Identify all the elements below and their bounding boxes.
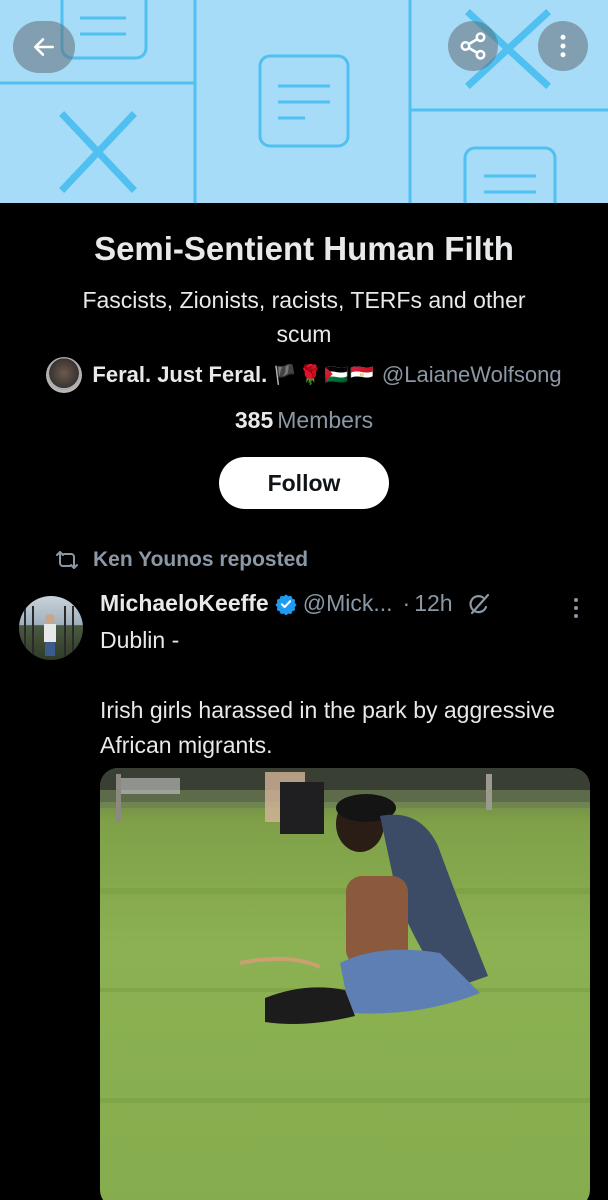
- tweet-text-line: [100, 658, 590, 693]
- more-vertical-icon: [560, 34, 566, 58]
- community-description: Fascists, Zionists, racists, TERFs and o…: [82, 287, 526, 347]
- tweet-media-video[interactable]: [100, 768, 590, 1200]
- repost-indicator: Ken Younos reposted: [55, 548, 308, 572]
- banner-pattern: [0, 0, 608, 203]
- community-owner[interactable]: Feral. Just Feral. 🏴🌹🇵🇸🇪🇬 @LaianeWolfson…: [0, 357, 608, 393]
- repost-text[interactable]: Ken Younos reposted: [93, 548, 308, 572]
- author-name[interactable]: MichaeloKeeffe: [100, 590, 269, 617]
- community-banner: [0, 0, 608, 203]
- author-avatar[interactable]: [19, 596, 83, 660]
- tweet-text-line: Dublin -: [100, 627, 180, 653]
- members-number: 385: [234, 407, 274, 433]
- owner-avatar[interactable]: [46, 357, 83, 393]
- share-icon: [460, 32, 486, 60]
- video-thumbnail: [100, 768, 590, 1103]
- more-vertical-icon: [574, 598, 578, 618]
- arrow-left-icon: [34, 38, 54, 56]
- owner-name[interactable]: Feral. Just Feral.: [92, 362, 267, 388]
- tweet-text: Dublin - Irish girls harassed in the par…: [100, 623, 590, 763]
- members-label: Members: [277, 407, 374, 433]
- separator-dot: ·: [402, 590, 411, 616]
- tweet-time[interactable]: 12h: [414, 590, 452, 617]
- back-button[interactable]: [13, 21, 75, 73]
- share-button[interactable]: [448, 21, 498, 71]
- verified-badge-icon: [275, 593, 297, 615]
- author-handle[interactable]: @Mick...: [303, 590, 393, 617]
- tweet-text-line: Irish girls harassed in the park by aggr…: [100, 697, 556, 758]
- community-title: Semi-Sentient Human Filth: [94, 230, 514, 267]
- tweet-header: MichaeloKeeffe @Mick... · 12h: [100, 590, 491, 617]
- grok-icon[interactable]: [467, 592, 491, 616]
- follow-button[interactable]: Follow: [219, 457, 389, 509]
- owner-handle[interactable]: @LaianeWolfsong: [382, 362, 562, 388]
- owner-flags: 🏴🌹🇵🇸🇪🇬: [273, 365, 376, 386]
- members-count[interactable]: 385 Members: [0, 407, 608, 434]
- repost-icon: [56, 551, 78, 569]
- avatar-photo: [24, 606, 74, 656]
- more-options-button[interactable]: [538, 21, 588, 71]
